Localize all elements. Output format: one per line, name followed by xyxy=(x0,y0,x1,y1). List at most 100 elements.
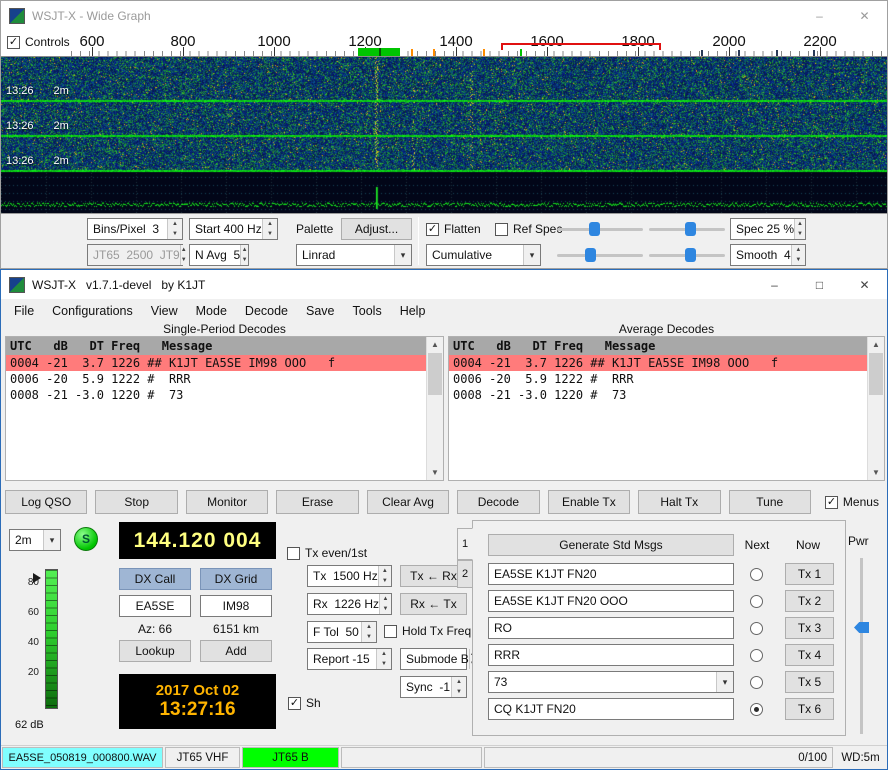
tx2-next-radio[interactable] xyxy=(750,595,763,608)
tx6-message-field[interactable]: CQ K1JT FN20 xyxy=(488,698,734,720)
menu-help[interactable]: Help xyxy=(391,301,435,321)
adjust-button[interactable]: Adjust... xyxy=(341,218,412,240)
tx4-next-radio[interactable] xyxy=(750,649,763,662)
spin-down-icon: ▼ xyxy=(795,229,805,239)
clear-avg-button[interactable]: Clear Avg xyxy=(367,490,449,514)
tx2-now-button[interactable]: Tx 2 xyxy=(785,590,834,612)
decode-button[interactable]: Decode xyxy=(457,490,539,514)
tx1-now-button[interactable]: Tx 1 xyxy=(785,563,834,585)
dx-grid-button[interactable]: DX Grid xyxy=(200,568,272,590)
flatten-checkbox[interactable]: ✓ Flatten xyxy=(426,222,481,236)
tx6-now-button[interactable]: Tx 6 xyxy=(785,698,834,720)
tx3-now-button[interactable]: Tx 3 xyxy=(785,617,834,639)
display-mode-select[interactable]: Cumulative ▾ xyxy=(426,244,541,266)
decode-row[interactable]: 0006 -20 5.9 1222 # RRR xyxy=(6,371,426,387)
scrollbar[interactable]: ▲ ▼ xyxy=(426,337,443,480)
hold-tx-freq-checkbox[interactable]: Hold Tx Freq xyxy=(384,624,471,638)
ref-spec-checkbox[interactable]: Ref Spec xyxy=(495,222,562,236)
pwr-slider[interactable] xyxy=(853,558,869,734)
spec-percent-spinbox[interactable]: Spec 25 % ▲▼ xyxy=(730,218,806,240)
decode-row[interactable]: 0008 -21 -3.0 1220 # 73 xyxy=(449,387,867,403)
status-wav-file: EA5SE_050819_000800.WAV xyxy=(2,747,163,768)
menus-checkbox[interactable]: ✓ Menus xyxy=(819,490,885,514)
tx4-message-field[interactable]: RRR xyxy=(488,644,734,666)
enable-tx-button[interactable]: Enable Tx xyxy=(548,490,630,514)
tx3-next-radio[interactable] xyxy=(750,622,763,635)
log-qso-button[interactable]: Log QSO xyxy=(5,490,87,514)
dx-call-field[interactable]: EA5SE xyxy=(119,595,191,617)
scroll-thumb[interactable] xyxy=(869,353,883,395)
dx-call-button[interactable]: DX Call xyxy=(119,568,191,590)
monitor-button[interactable]: Monitor xyxy=(186,490,268,514)
tx-frequency-marker[interactable] xyxy=(358,48,400,56)
menu-decode[interactable]: Decode xyxy=(236,301,297,321)
rx-from-tx-button[interactable]: Rx ← Tx xyxy=(400,593,467,615)
tx5-message-combo[interactable]: 73 ▾ xyxy=(488,671,734,693)
scroll-thumb[interactable] xyxy=(428,353,442,395)
decode-row[interactable]: 0004 -21 3.7 1226 ## K1JT EA5SE IM98 OOO… xyxy=(6,355,426,371)
tx-freq-spinbox[interactable]: Tx 1500 Hz ▲▼ xyxy=(307,565,392,587)
menu-file[interactable]: File xyxy=(5,301,43,321)
decode-row[interactable]: 0008 -21 -3.0 1220 # 73 xyxy=(6,387,426,403)
pwr-slider-handle[interactable] xyxy=(854,622,869,633)
f-tol-spinbox[interactable]: F Tol 50 ▲▼ xyxy=(307,621,377,643)
lookup-button[interactable]: Lookup xyxy=(119,640,191,662)
smooth-spinbox[interactable]: Smooth 4 ▲▼ xyxy=(730,244,806,266)
start-freq-spinbox[interactable]: Start 400 Hz ▲▼ xyxy=(189,218,278,240)
tab-messages-1[interactable]: 1 xyxy=(457,528,473,560)
palette-select[interactable]: Linrad ▾ xyxy=(296,244,412,266)
dropdown-icon: ▾ xyxy=(43,530,60,550)
sh-checkbox[interactable]: ✓ Sh xyxy=(288,696,321,710)
decode-row[interactable]: 0006 -20 5.9 1222 # RRR xyxy=(449,371,867,387)
menu-mode[interactable]: Mode xyxy=(187,301,236,321)
tx3-message-field[interactable]: RO xyxy=(488,617,734,639)
sync-spinbox[interactable]: Sync -1 ▲▼ xyxy=(400,676,467,698)
zero2-slider[interactable] xyxy=(649,244,725,266)
zero-slider[interactable] xyxy=(649,218,725,240)
band-select[interactable]: 2m ▾ xyxy=(9,529,61,551)
waterfall-timestamp: 13:262m xyxy=(6,120,69,132)
menu-save[interactable]: Save xyxy=(297,301,344,321)
tx6-next-radio[interactable] xyxy=(750,703,763,716)
menu-view[interactable]: View xyxy=(142,301,187,321)
rx-freq-spinbox[interactable]: Rx 1226 Hz ▲▼ xyxy=(307,593,392,615)
tx5-now-button[interactable]: Tx 5 xyxy=(785,671,834,693)
halt-tx-button[interactable]: Halt Tx xyxy=(638,490,720,514)
scale-minor-ticks xyxy=(71,51,887,56)
signal-tick xyxy=(813,50,815,56)
tx2-message-field[interactable]: EA5SE K1JT FN20 OOO xyxy=(488,590,734,612)
tab-messages-2[interactable]: 2 xyxy=(457,560,473,588)
decode-row[interactable]: 0004 -21 3.7 1226 ## K1JT EA5SE IM98 OOO… xyxy=(449,355,867,371)
submode-spinbox[interactable]: Submode B ▲▼ xyxy=(400,648,467,670)
gain-slider[interactable] xyxy=(557,218,643,240)
tx4-now-button[interactable]: Tx 4 xyxy=(785,644,834,666)
tx5-next-radio[interactable] xyxy=(750,676,763,689)
n-avg-spinbox[interactable]: N Avg 5 ▲▼ xyxy=(189,244,249,266)
menu-tools[interactable]: Tools xyxy=(344,301,391,321)
bins-pixel-spinbox[interactable]: Bins/Pixel 3 ▲▼ xyxy=(87,218,183,240)
erase-button[interactable]: Erase xyxy=(276,490,358,514)
controls-checkbox[interactable]: ✓ Controls xyxy=(7,35,70,49)
tx1-message-field[interactable]: EA5SE K1JT FN20 xyxy=(488,563,734,585)
rx-range-marker[interactable] xyxy=(501,43,661,50)
date-time-display: 2017 Oct 02 13:27:16 xyxy=(119,674,276,729)
minimize-icon[interactable]: – xyxy=(752,270,797,299)
dx-grid-field[interactable]: IM98 xyxy=(200,595,272,617)
add-button[interactable]: Add xyxy=(200,640,272,662)
tx1-next-radio[interactable] xyxy=(750,568,763,581)
frequency-scale[interactable]: ✓ Controls 600 800 1000 1200 1400 1600 1… xyxy=(1,30,887,57)
waterfall-canvas[interactable] xyxy=(1,57,887,213)
menu-configurations[interactable]: Configurations xyxy=(43,301,142,321)
generate-std-msgs-button[interactable]: Generate Std Msgs xyxy=(488,534,734,556)
tune-button[interactable]: Tune xyxy=(729,490,811,514)
waterfall-display[interactable]: 13:262m 13:262m 13:262m xyxy=(1,57,887,213)
close-icon[interactable]: ✕ xyxy=(842,270,887,299)
minimize-icon[interactable]: – xyxy=(797,1,842,30)
report-spinbox[interactable]: Report -15 ▲▼ xyxy=(307,648,392,670)
stop-button[interactable]: Stop xyxy=(95,490,177,514)
maximize-icon[interactable]: □ xyxy=(797,270,842,299)
gain2-slider[interactable] xyxy=(557,244,643,266)
scrollbar[interactable]: ▲ ▼ xyxy=(867,337,884,480)
close-icon[interactable]: ✕ xyxy=(842,1,887,30)
tx-even-checkbox[interactable]: Tx even/1st xyxy=(287,546,367,560)
